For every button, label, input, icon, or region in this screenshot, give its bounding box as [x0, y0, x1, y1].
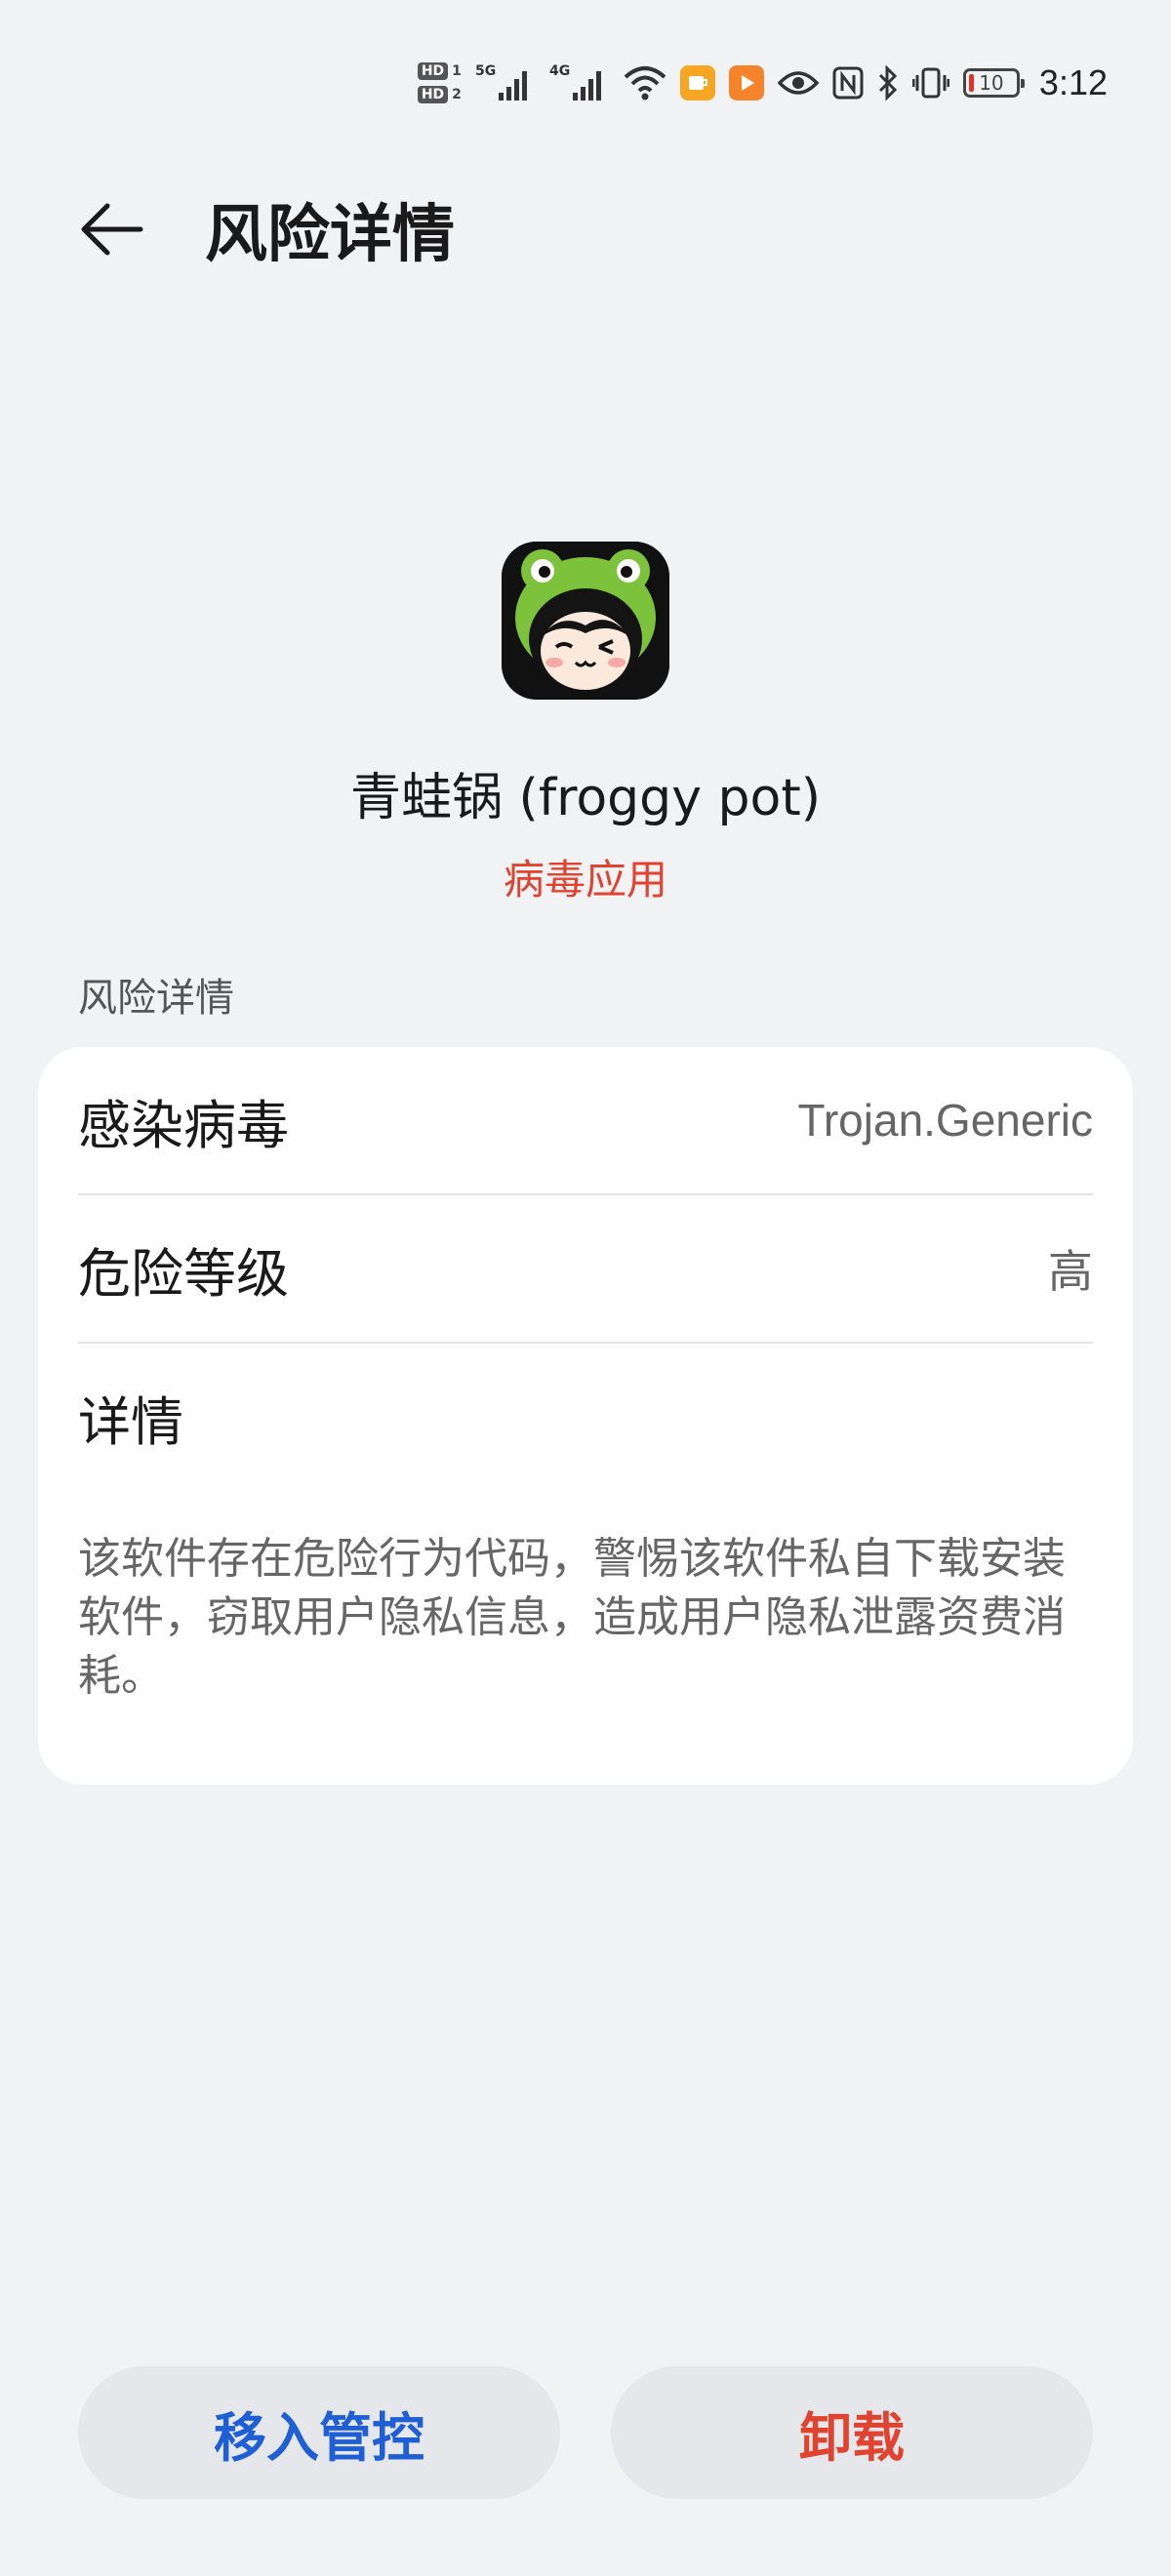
- status-bar: HD 1 HD 2 5G 4G 10 3:12: [417, 54, 1108, 112]
- signal-type-label: 5G: [475, 63, 496, 79]
- app-name: 青蛙锅 (froggy pot): [350, 769, 821, 827]
- nfc-icon: [832, 66, 864, 100]
- section-label: 风险详情: [78, 976, 234, 1021]
- battery-level-fill: [968, 74, 974, 92]
- notification-app-icon: [679, 65, 715, 101]
- froggy-avatar-icon: [502, 542, 669, 700]
- video-app-icon: [728, 65, 764, 101]
- bluetooth-icon: [877, 65, 899, 101]
- screen: HD 1 HD 2 5G 4G 10 3:12 风险详情 青蛙锅 (froggy…: [0, 0, 1171, 2576]
- move-to-control-button[interactable]: 移入管控: [78, 2366, 560, 2499]
- detail-label: 危险等级: [78, 1242, 289, 1305]
- detail-description: 该软件存在危险行为代码，警惕该软件私自下载安装软件，窃取用户隐私信息，造成用户隐…: [78, 1534, 1066, 1701]
- detail-row-risk-level: 危险等级 高: [78, 1195, 1093, 1342]
- vibrate-icon: [911, 66, 949, 100]
- app-icon: [502, 542, 669, 700]
- clock: 3:12: [1038, 62, 1108, 102]
- uninstall-button[interactable]: 卸载: [611, 2366, 1093, 2499]
- battery-icon: 10: [962, 68, 1025, 98]
- detail-value: 高: [1048, 1246, 1093, 1297]
- detail-label: 感染病毒: [78, 1094, 289, 1156]
- header: 风险详情: [78, 181, 1112, 278]
- detail-row-details: 详情: [78, 1344, 1093, 1490]
- signal-4g-icon: 4G: [549, 61, 610, 104]
- signal-5g-icon: 5G: [475, 61, 536, 104]
- action-bar: 移入管控 卸载: [78, 2366, 1093, 2499]
- hd-badge: HD: [417, 62, 449, 80]
- dual-sim-indicator: HD 1 HD 2: [417, 62, 462, 103]
- detail-label: 详情: [78, 1390, 183, 1453]
- sim-number: 1: [452, 63, 462, 79]
- wifi-icon: [624, 63, 666, 102]
- page-title: 风险详情: [205, 199, 455, 271]
- back-button[interactable]: [78, 190, 156, 268]
- virus-tag: 病毒应用: [503, 856, 667, 904]
- battery-level: 10: [979, 71, 1004, 95]
- app-info: 青蛙锅 (froggy pot) 病毒应用: [0, 542, 1171, 906]
- risk-details-card: 感染病毒 Trojan.Generic 危险等级 高 详情 该软件存在危险行为代…: [38, 1047, 1133, 1785]
- eye-icon: [777, 68, 819, 98]
- signal-type-label: 4G: [549, 63, 570, 79]
- arrow-left-icon: [81, 203, 143, 256]
- hd-badge: HD: [417, 86, 449, 103]
- detail-row-virus: 感染病毒 Trojan.Generic: [78, 1047, 1093, 1193]
- sim-number: 2: [452, 87, 462, 102]
- detail-value: Trojan.Generic: [797, 1095, 1093, 1146]
